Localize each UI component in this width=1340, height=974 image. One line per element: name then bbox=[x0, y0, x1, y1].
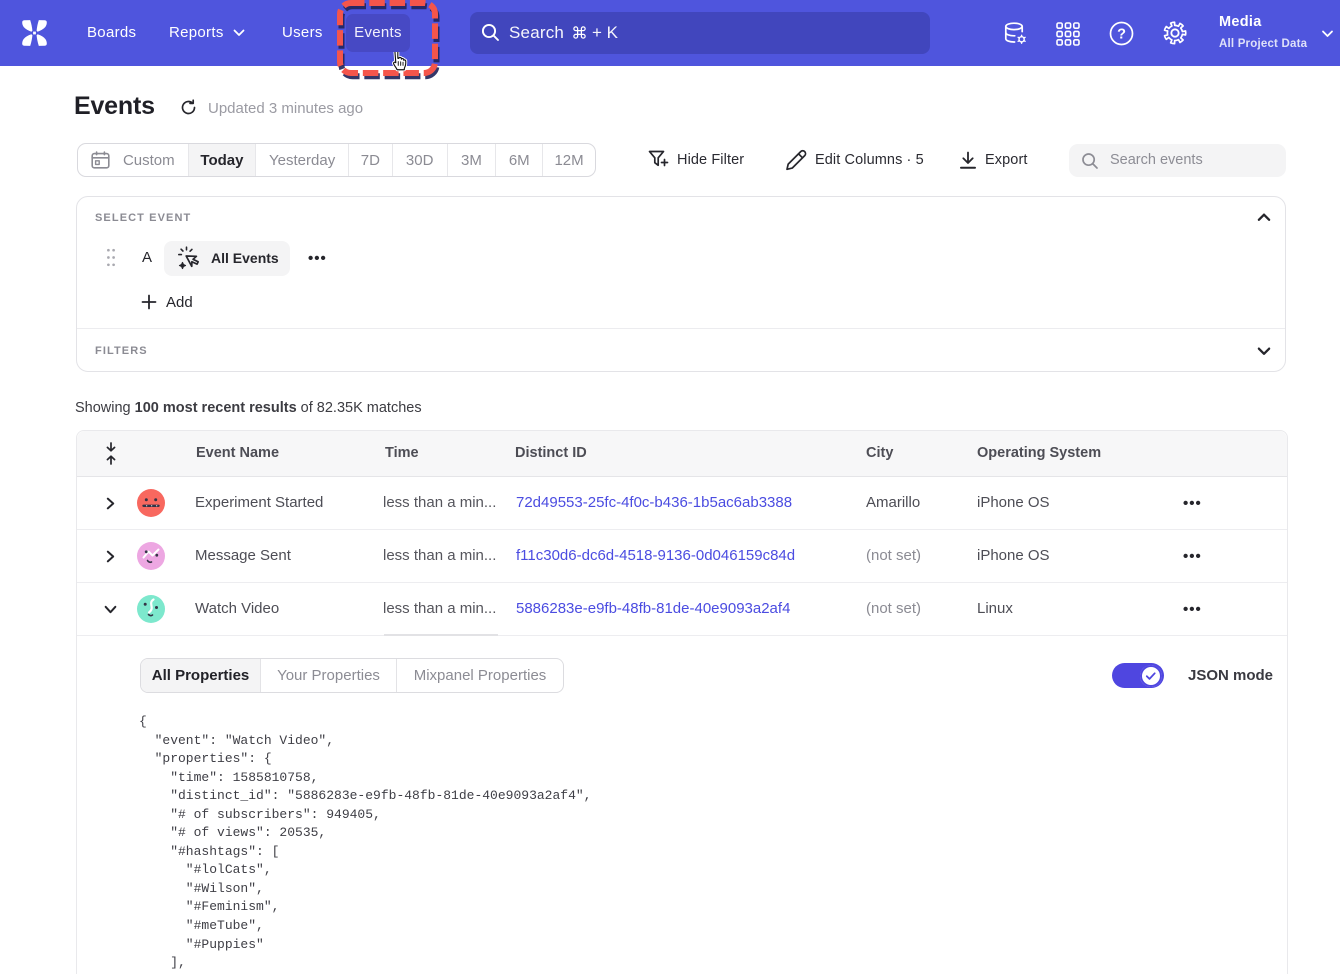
svg-text:?: ? bbox=[1117, 26, 1126, 42]
